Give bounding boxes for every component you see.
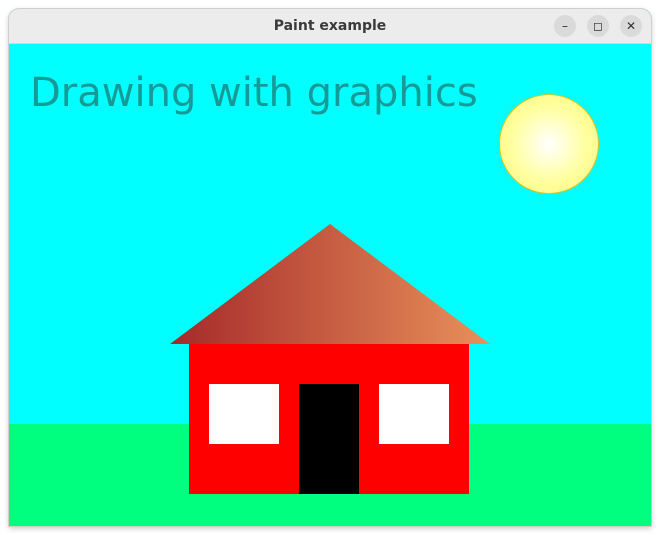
app-window: Paint example – ◻ ✕ Drawing with graphic… <box>9 9 651 526</box>
house-window-left <box>209 384 279 444</box>
close-icon: ✕ <box>625 19 637 33</box>
maximize-button[interactable]: ◻ <box>587 15 609 37</box>
maximize-icon: ◻ <box>593 19 603 33</box>
title-bar[interactable]: Paint example – ◻ ✕ <box>9 9 651 44</box>
roof-shape <box>170 224 490 344</box>
drawing-canvas[interactable]: Drawing with graphics <box>9 44 651 526</box>
minimize-button[interactable]: – <box>554 15 576 37</box>
house-window-right <box>379 384 449 444</box>
canvas-heading: Drawing with graphics <box>30 70 478 116</box>
sun-circle <box>499 94 599 194</box>
roof-triangle <box>170 224 490 344</box>
close-button[interactable]: ✕ <box>620 15 642 37</box>
house-door <box>299 384 359 494</box>
minimize-icon: – <box>562 19 568 33</box>
